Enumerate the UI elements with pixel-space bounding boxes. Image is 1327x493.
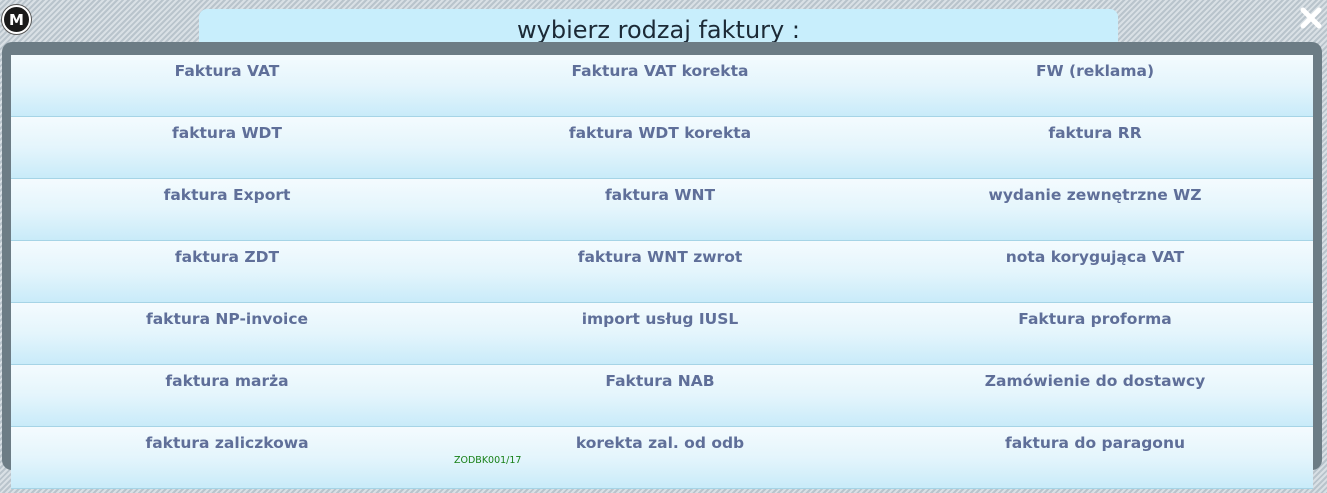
logo-glyph: M: [9, 11, 24, 29]
invoice-type-label: Faktura VAT korekta: [571, 62, 749, 80]
invoice-type-label: nota korygująca VAT: [1005, 248, 1185, 266]
invoice-type-label: faktura WDT korekta: [568, 124, 752, 142]
invoice-type-label: Faktura NAB: [605, 372, 715, 390]
invoice-type-label: Faktura proforma: [1018, 310, 1172, 328]
invoice-type-option[interactable]: nota korygująca VAT: [877, 241, 1313, 303]
invoice-type-option[interactable]: Faktura VAT: [11, 55, 443, 117]
invoice-type-option[interactable]: faktura WNT zwrot: [443, 241, 877, 303]
invoice-type-label: faktura WDT: [172, 124, 282, 142]
dialog-title: wybierz rodzaj faktury :: [517, 16, 800, 44]
invoice-type-option[interactable]: faktura zaliczkowa: [11, 427, 443, 489]
close-icon: [1300, 7, 1322, 29]
invoice-type-option[interactable]: faktura ZDT: [11, 241, 443, 303]
invoice-type-option[interactable]: FW (reklama): [877, 55, 1313, 117]
invoice-type-option[interactable]: korekta zal. od odb ZODBK001/17: [443, 427, 877, 489]
invoice-type-label: faktura NP-invoice: [145, 310, 309, 328]
close-button[interactable]: [1298, 5, 1324, 31]
logo-icon: M: [2, 5, 31, 34]
invoice-type-option[interactable]: Zamówienie do dostawcy: [877, 365, 1313, 427]
invoice-type-option[interactable]: faktura Export: [11, 179, 443, 241]
invoice-type-label: Faktura VAT: [174, 62, 280, 80]
invoice-type-label: FW (reklama): [1035, 62, 1155, 80]
invoice-type-option[interactable]: import usług IUSL: [443, 303, 877, 365]
invoice-type-label: faktura do paragonu: [1004, 434, 1186, 452]
invoice-type-option[interactable]: faktura marża: [11, 365, 443, 427]
dialog-title-bar: wybierz rodzaj faktury :: [199, 9, 1118, 44]
invoice-type-option[interactable]: faktura RR: [877, 117, 1313, 179]
invoice-type-label: korekta zal. od odb: [575, 434, 745, 452]
invoice-type-label: faktura zaliczkowa: [145, 434, 309, 452]
invoice-type-option[interactable]: Faktura proforma: [877, 303, 1313, 365]
invoice-type-label: faktura WNT zwrot: [577, 248, 743, 266]
invoice-type-option[interactable]: faktura NP-invoice: [11, 303, 443, 365]
invoice-type-option[interactable]: faktura WDT: [11, 117, 443, 179]
invoice-type-label: wydanie zewnętrzne WZ: [988, 186, 1202, 204]
logo-letter: M: [9, 11, 24, 29]
invoice-type-label: faktura WNT: [604, 186, 716, 204]
invoice-type-option[interactable]: wydanie zewnętrzne WZ: [877, 179, 1313, 241]
document-number-note: ZODBK001/17: [454, 455, 522, 466]
invoice-type-label: faktura RR: [1048, 124, 1142, 142]
invoice-type-label: faktura marża: [165, 372, 289, 390]
invoice-type-label: faktura ZDT: [174, 248, 280, 266]
invoice-type-label: Zamówienie do dostawcy: [984, 372, 1206, 390]
invoice-type-grid: Faktura VAT Faktura VAT korekta FW (reklam…: [11, 55, 1313, 489]
invoice-type-option[interactable]: Faktura VAT korekta: [443, 55, 877, 117]
invoice-type-label: faktura Export: [163, 186, 291, 204]
invoice-type-option[interactable]: Faktura NAB: [443, 365, 877, 427]
invoice-type-option[interactable]: faktura WNT: [443, 179, 877, 241]
invoice-type-option[interactable]: faktura do paragonu: [877, 427, 1313, 489]
invoice-type-option[interactable]: faktura WDT korekta: [443, 117, 877, 179]
invoice-type-label: import usług IUSL: [581, 310, 739, 328]
